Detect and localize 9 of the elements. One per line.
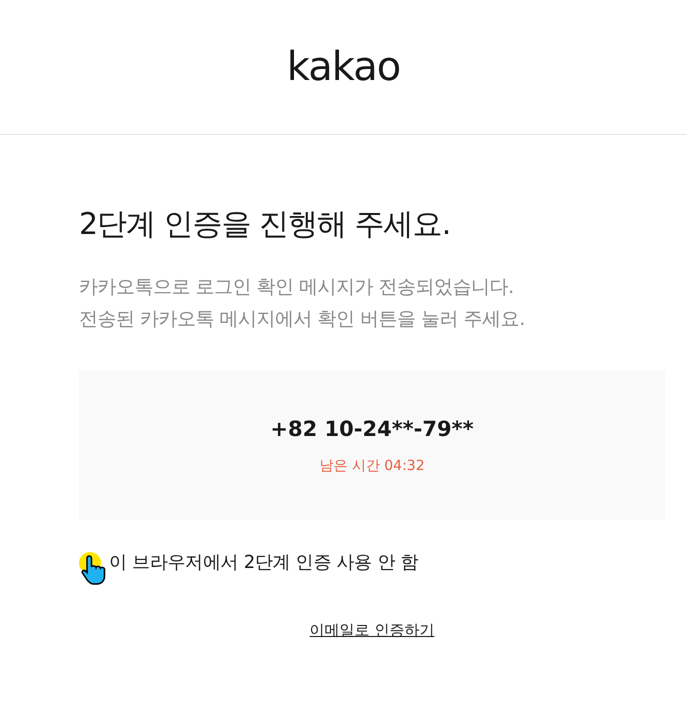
kakao-logo: kakao xyxy=(286,43,400,92)
description-line: 카카오톡으로 로그인 확인 메시지가 전송되었습니다. xyxy=(79,275,515,300)
phone-number: +82 10-24**-79** xyxy=(270,416,474,444)
hand-cursor-icon xyxy=(81,554,107,586)
email-verify-link[interactable]: 이메일로 인증하기 xyxy=(310,621,434,639)
remaining-time: 남은 시간 04:32 xyxy=(319,456,425,476)
description-line: 전송된 카카오톡 메시지에서 확인 버튼을 눌러 주세요. xyxy=(79,307,526,332)
page-title: 2단계 인증을 진행해 주세요. xyxy=(79,207,452,243)
checkbox-label: 이 브라우저에서 2단계 인증 사용 안 함 xyxy=(109,551,418,575)
